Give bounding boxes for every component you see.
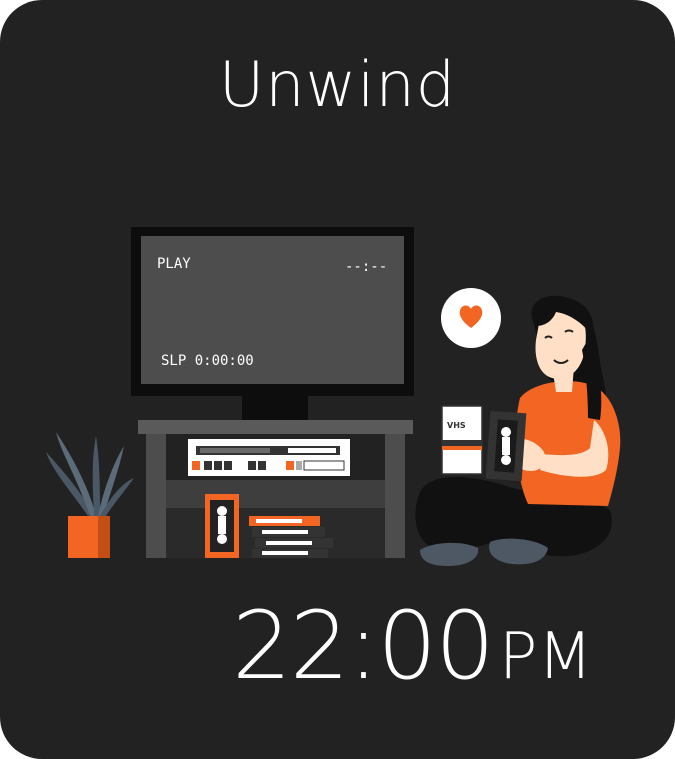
- tv-stand-neck: [242, 396, 308, 420]
- tv-speed-time-text: SLP 0:00:00: [161, 353, 254, 369]
- tv-status-text: PLAY: [157, 256, 191, 272]
- vhs-tape-label: VHS: [447, 421, 466, 430]
- potted-plant: [46, 432, 134, 558]
- heart-bubble: [441, 288, 501, 348]
- clock-time: 22:00: [232, 592, 495, 701]
- widget-card: Unwind PLAY --:-- SLP 0:00:00 VHS 22:00P…: [0, 0, 675, 759]
- clock-display: 22:00PM: [232, 592, 593, 712]
- tv-counter-text: --:--: [345, 259, 387, 275]
- vcr-player: [188, 439, 350, 476]
- television: PLAY --:-- SLP 0:00:00: [131, 227, 414, 420]
- clock-period: PM: [498, 620, 593, 694]
- vhs-tape-held: VHS: [441, 405, 527, 482]
- vhs-tape-standing: [205, 494, 239, 558]
